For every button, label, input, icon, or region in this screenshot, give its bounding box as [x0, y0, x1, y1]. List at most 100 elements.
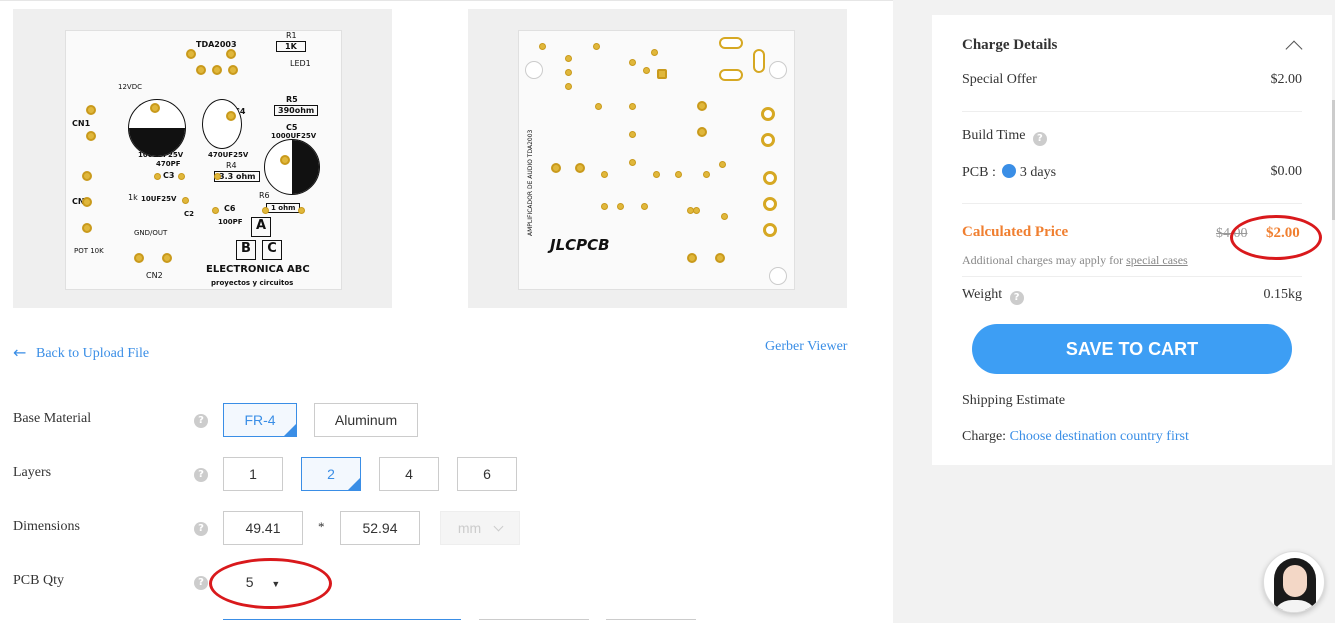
next-row-field[interactable] — [479, 619, 589, 623]
pcb-label: 1k — [128, 193, 138, 202]
shipping-charge-row: Charge: Choose destination country first — [962, 429, 1189, 445]
pcb-pad — [226, 111, 236, 121]
layers-option-2[interactable]: 2 — [301, 457, 361, 491]
pcb-label: CN2 — [146, 271, 163, 280]
pcb-label: 1K — [276, 41, 306, 52]
pcb-label: C3 — [163, 171, 175, 180]
original-price: $4.00 — [1216, 226, 1248, 241]
pcb-pad — [719, 69, 743, 81]
mounting-hole — [525, 61, 543, 79]
pcb-build-days: 3 days — [1019, 165, 1057, 180]
layers-option-6[interactable]: 6 — [457, 457, 517, 491]
pcb-pad — [565, 55, 572, 62]
pcb-label: 470PF — [156, 160, 181, 168]
help-icon[interactable]: ? — [194, 468, 208, 482]
dimension-width-input[interactable]: 49.41 — [223, 511, 303, 545]
help-icon[interactable]: ? — [194, 576, 208, 590]
pcb-label: 390ohm — [274, 105, 319, 116]
pcb-label: GND/OUT — [134, 229, 168, 237]
special-offer-label: Special Offer — [962, 72, 1037, 87]
pcb-pad — [82, 223, 92, 233]
pcb-pad — [150, 103, 160, 113]
gerber-viewer-link[interactable]: Gerber Viewer — [765, 339, 847, 355]
pcb-block-c: C — [262, 240, 282, 260]
pcb-pad — [593, 43, 600, 50]
save-to-cart-button[interactable]: SAVE TO CART — [972, 324, 1292, 374]
pcb-label: C6 — [224, 204, 236, 213]
pcb-label: 12VDC — [118, 83, 142, 91]
pcb-qty-select[interactable]: 5 ▼ — [223, 565, 303, 599]
pcb-pad — [721, 213, 728, 220]
pcb-pad — [565, 83, 572, 90]
next-row-field[interactable] — [223, 619, 461, 623]
build-time-label: Build Time ? — [962, 128, 1047, 146]
pcb-pad — [763, 197, 777, 211]
pcb-build-row: PCB : 3 days — [962, 164, 1056, 181]
pcb-pad — [697, 127, 707, 137]
help-icon[interactable]: ? — [194, 522, 208, 536]
pcb-pad — [653, 171, 660, 178]
top-border — [0, 0, 893, 5]
choose-country-link[interactable]: Choose destination country first — [1010, 429, 1189, 444]
chevron-up-icon[interactable] — [1285, 40, 1303, 58]
calculated-price-label: Calculated Price — [962, 224, 1069, 240]
support-chat-avatar[interactable] — [1263, 551, 1325, 613]
divider — [962, 276, 1302, 277]
radio-selected-icon[interactable] — [1001, 164, 1016, 178]
pcb-pad — [719, 37, 743, 49]
help-icon[interactable]: ? — [1009, 291, 1024, 305]
weight-value: 0.15kg — [1263, 287, 1303, 302]
next-row-field[interactable] — [606, 619, 696, 623]
pcb-pad — [575, 163, 585, 173]
weight-label: Weight ? — [962, 287, 1024, 305]
pcb-build-value: $0.00 — [1270, 164, 1303, 179]
pcb-pad — [629, 131, 636, 138]
pcb-pad — [262, 207, 269, 214]
pcb-pad — [693, 207, 700, 214]
pcb-label: R4 — [226, 161, 237, 170]
shipping-estimate-label: Shipping Estimate — [962, 393, 1066, 408]
layers-option-4[interactable]: 4 — [379, 457, 439, 491]
divider — [962, 111, 1302, 112]
layers-label: Layers — [13, 465, 52, 480]
unit-label: mm — [457, 520, 482, 536]
pcb-pad — [212, 207, 219, 214]
base-material-fr4[interactable]: FR-4 — [223, 403, 297, 437]
pcb-label: R5 — [286, 95, 298, 104]
pcb-pad — [715, 253, 725, 263]
pcb-pad — [595, 103, 602, 110]
pcb-label: 10UF25V — [141, 195, 177, 203]
pcb-pad — [178, 173, 185, 180]
pcb-label: R1 — [286, 31, 297, 40]
base-material-label: Base Material — [13, 411, 92, 426]
pcb-pad — [226, 49, 236, 59]
layers-option-1[interactable]: 1 — [223, 457, 283, 491]
pcb-label: 100PF — [218, 218, 243, 226]
pcb-pad — [753, 49, 765, 73]
dimension-height-input[interactable]: 52.94 — [340, 511, 420, 545]
pcb-pad — [651, 49, 658, 56]
pcb-label: 1 ohm — [266, 203, 301, 213]
pcb-label: CN1 — [72, 119, 91, 128]
divider — [962, 203, 1302, 204]
help-icon[interactable]: ? — [1032, 132, 1047, 146]
pcb-pad — [82, 171, 92, 181]
pcb-pad — [617, 203, 624, 210]
pcb-pad — [186, 49, 196, 59]
special-cases-link[interactable]: special cases — [1126, 253, 1188, 267]
shipping-charge-label: Charge: — [962, 429, 1007, 444]
base-material-aluminum[interactable]: Aluminum — [314, 403, 418, 437]
arrow-left-icon[interactable]: ← — [13, 343, 26, 362]
pcb-label: C5 — [286, 123, 298, 132]
help-icon[interactable]: ? — [194, 414, 208, 428]
pcb-pad — [228, 65, 238, 75]
pcb-label: 470UF25V — [208, 151, 249, 159]
pcb-pad — [214, 173, 221, 180]
dimension-separator: * — [318, 519, 325, 534]
build-time-text: Build Time — [962, 128, 1026, 143]
pcb-brand: ELECTRONICA ABC — [206, 264, 310, 275]
back-to-upload-link[interactable]: Back to Upload File — [36, 346, 149, 362]
dimension-unit-select[interactable]: mm — [440, 511, 520, 545]
pcb-vertical-text: AMPLIFICADOR DE AUDIO TDA2003 — [527, 129, 534, 236]
pcb-pad — [212, 65, 222, 75]
